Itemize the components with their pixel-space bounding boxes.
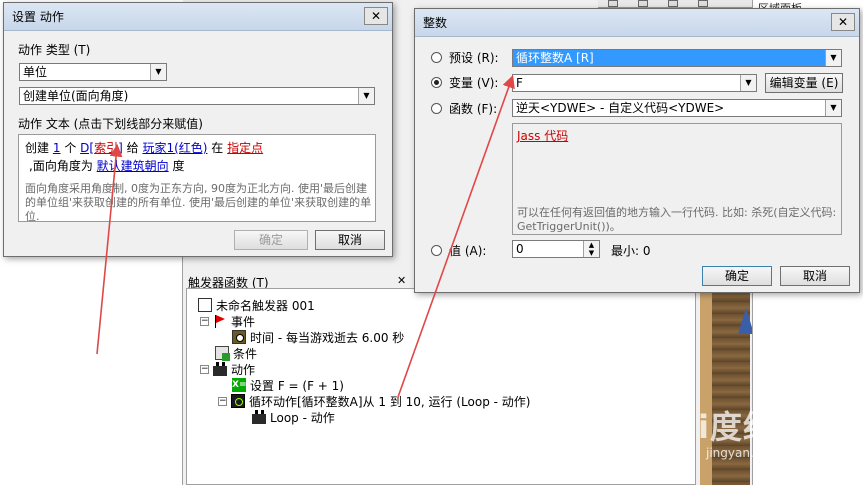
chevron-down-icon[interactable]: ▼ <box>150 64 166 80</box>
spinner-arrows-icon[interactable]: ▲ ▼ <box>583 241 599 257</box>
action-text-box: 创建 1 个 D[索引] 给 玩家1(红色) 在 指定点 ,面向角度为 默认建筑… <box>18 134 376 222</box>
function-select[interactable]: 逆天<YDWE> - 自定义代码<YDWE> ▼ <box>512 99 842 117</box>
integer-dialog-title: 整数 <box>423 16 448 30</box>
condition-icon <box>215 346 230 361</box>
action-dialog-titlebar[interactable]: 设置 动作 <box>4 3 392 31</box>
integer-dialog: 整数 ✕ 预设 (R): 循环整数A [R] ▼ 变量 (V): F ▼ 编辑变… <box>414 8 860 293</box>
tree-events[interactable]: − 事件 <box>200 313 255 329</box>
cancel-button[interactable]: 取消 <box>315 230 385 250</box>
watermark-url: jingyan.baidu.com <box>706 446 817 460</box>
action-dialog-title: 设置 动作 <box>12 10 64 24</box>
cancel-button[interactable]: 取消 <box>780 266 850 286</box>
min-label: 最小: 0 <box>611 244 651 258</box>
action-dialog: 设置 动作 ✕ 动作 类型 (T) 单位 ▼ 创建单位(面向角度) ▼ 动作 文… <box>3 2 393 257</box>
tree-root[interactable]: 未命名触发器 001 <box>198 297 315 313</box>
tree-action-loop[interactable]: − 循环动作[循环整数A]从 1 到 10, 运行 (Loop - 动作) <box>218 393 530 409</box>
tree-conditions[interactable]: 条件 <box>215 345 257 361</box>
tree-actions[interactable]: − 动作 <box>200 361 255 377</box>
point-param[interactable]: 指定点 <box>227 141 263 155</box>
tree-event-item[interactable]: 时间 - 每当游戏逝去 6.00 秒 <box>232 329 404 345</box>
top-toolbar <box>598 0 752 8</box>
ok-button[interactable]: 确定 <box>702 266 772 286</box>
function-radio[interactable] <box>431 103 442 114</box>
count-param[interactable]: 1 <box>53 141 61 155</box>
tree-action-set[interactable]: X= 设置 F = (F + 1) <box>232 377 344 393</box>
preset-radio[interactable] <box>431 52 442 63</box>
chevron-down-icon[interactable]: ▼ <box>825 100 841 116</box>
variable-label: 变量 (V): <box>449 76 499 90</box>
collapse-icon[interactable]: − <box>218 396 227 406</box>
value-radio[interactable] <box>431 245 442 256</box>
trigger-list-panel <box>0 255 183 485</box>
set-variable-icon: X= <box>232 378 247 392</box>
toolbar-button[interactable] <box>608 0 618 7</box>
facing-param[interactable]: 默认建筑朝向 <box>97 159 169 173</box>
document-icon <box>198 298 212 312</box>
unit-index-param[interactable]: 索引 <box>94 141 118 155</box>
preset-label: 预设 (R): <box>449 51 499 65</box>
preset-select[interactable]: 循环整数A [R] ▼ <box>512 49 842 67</box>
loop-icon <box>231 394 245 408</box>
function-label: 函数 (F): <box>449 102 498 116</box>
watermark: Bai度经验 <box>650 408 809 446</box>
collapse-icon[interactable]: − <box>200 364 209 374</box>
close-icon[interactable]: ✕ <box>397 274 406 287</box>
integer-dialog-titlebar[interactable]: 整数 <box>415 9 859 37</box>
tree-loop-child[interactable]: Loop - 动作 <box>252 409 335 425</box>
collapse-icon[interactable]: − <box>200 316 209 326</box>
action-type-select[interactable]: 单位 ▼ <box>19 63 167 81</box>
toolbar-button[interactable] <box>698 0 708 7</box>
value-spinner[interactable]: 0 ▲ ▼ <box>512 240 600 258</box>
jass-code-link[interactable]: Jass 代码 <box>517 127 568 144</box>
chevron-down-icon[interactable]: ▼ <box>825 50 841 66</box>
edit-variable-button[interactable]: 编辑变量 (E) <box>765 73 843 93</box>
player-param[interactable]: 玩家1(红色) <box>142 141 207 155</box>
close-icon[interactable]: ✕ <box>831 13 855 31</box>
chevron-down-icon[interactable]: ▼ <box>358 88 374 104</box>
flag-icon <box>213 314 227 328</box>
clapboard-icon <box>213 362 227 376</box>
toolbar-button[interactable] <box>638 0 648 7</box>
chevron-down-icon[interactable]: ▼ <box>740 75 756 91</box>
function-text-box: Jass 代码 可以在任何有返回值的地方输入一行代码. 比如: 杀死(自定义代码… <box>512 123 842 235</box>
action-select[interactable]: 创建单位(面向角度) ▼ <box>19 87 375 105</box>
unit-type-param[interactable]: D[索引] <box>80 141 123 155</box>
variable-select[interactable]: F ▼ <box>512 74 757 92</box>
action-help-text: 面向角度采用角度制, 0度为正东方向, 90度为正北方向. 使用'最后创建的单位… <box>25 182 372 222</box>
close-icon[interactable]: ✕ <box>364 7 388 25</box>
clapboard-icon <box>252 410 266 424</box>
timer-icon <box>232 330 246 344</box>
action-type-label: 动作 类型 (T) <box>18 43 91 57</box>
variable-radio[interactable] <box>431 77 442 88</box>
action-text-label: 动作 文本 (点击下划线部分来赋值) <box>18 117 203 131</box>
function-help-text: 可以在任何有返回值的地方输入一行代码. 比如: 杀死(自定义代码: GetTri… <box>517 206 837 233</box>
ok-button[interactable]: 确定 <box>234 230 308 250</box>
toolbar-button[interactable] <box>668 0 678 7</box>
value-label: 值 (A): <box>449 244 487 258</box>
